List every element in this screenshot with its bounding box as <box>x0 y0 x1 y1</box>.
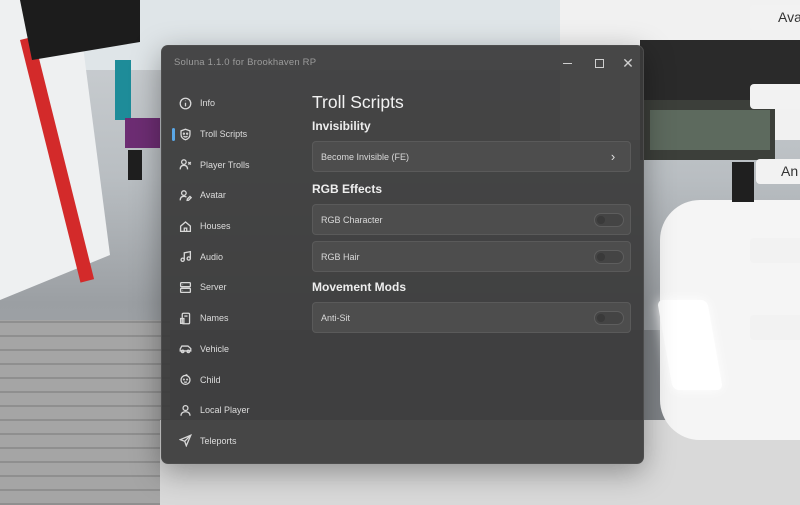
user-x-icon <box>179 158 192 171</box>
row-label: RGB Hair <box>321 251 360 262</box>
close-icon[interactable]: ✕ <box>618 54 638 72</box>
sidebar: Info Troll Scripts Player Trolls Avatar <box>170 88 302 456</box>
page-title: Troll Scripts <box>312 92 404 112</box>
toggle-knob <box>597 216 605 224</box>
sidebar-item-names[interactable]: Names <box>170 303 302 334</box>
sidebar-item-label: Player Trolls <box>200 159 250 170</box>
sidebar-item-server[interactable]: Server <box>170 272 302 303</box>
sidebar-item-audio[interactable]: Audio <box>170 241 302 272</box>
rgb-character-row: RGB Character <box>312 204 631 235</box>
sidebar-item-label: Server <box>200 282 227 293</box>
anti-sit-row: Anti-Sit <box>312 302 631 333</box>
sidebar-item-label: Names <box>200 313 229 324</box>
row-label: RGB Character <box>321 214 383 225</box>
section-heading-rgb-effects: RGB Effects <box>312 182 383 196</box>
sidebar-item-label: Houses <box>200 221 231 232</box>
rgb-hair-toggle[interactable] <box>594 250 624 264</box>
sidebar-item-label: Child <box>200 374 221 385</box>
home-icon <box>179 220 192 233</box>
sidebar-item-label: Local Player <box>200 405 250 416</box>
street-lamp <box>128 150 142 180</box>
section-heading-invisibility: Invisibility <box>312 119 371 133</box>
sidebar-item-troll-scripts[interactable]: Troll Scripts <box>170 119 302 150</box>
server-icon <box>179 281 192 294</box>
sidebar-item-player-trolls[interactable]: Player Trolls <box>170 149 302 180</box>
teal-sign <box>115 60 131 120</box>
active-indicator <box>172 127 175 141</box>
minimize-icon[interactable] <box>557 54 577 72</box>
troll-icon <box>179 128 192 141</box>
section-heading-movement-mods: Movement Mods <box>312 280 407 294</box>
brick-wall <box>0 320 170 505</box>
toggle-knob <box>597 253 605 261</box>
window-title: Soluna 1.1.0 for Brookhaven RP <box>174 57 317 68</box>
sidebar-item-avatar[interactable]: Avatar <box>170 180 302 211</box>
sidebar-item-label: Info <box>200 98 216 109</box>
main-content: Troll Scripts Invisibility Become Invisi… <box>312 88 632 333</box>
rgb-hair-row: RGB Hair <box>312 241 631 272</box>
sidebar-item-label: Teleports <box>200 435 237 446</box>
game-button[interactable] <box>750 238 800 263</box>
maximize-icon[interactable] <box>589 54 609 72</box>
rgb-character-toggle[interactable] <box>594 213 624 227</box>
title-bar[interactable]: Soluna 1.1.0 for Brookhaven RP ✕ <box>162 46 643 80</box>
sidebar-item-label: Troll Scripts <box>200 129 248 140</box>
sidebar-item-child[interactable]: Child <box>170 364 302 395</box>
game-button[interactable] <box>750 84 800 109</box>
sidebar-item-teleports[interactable]: Teleports <box>170 426 302 457</box>
music-icon <box>179 250 192 263</box>
become-invisible-button[interactable]: Become Invisible (FE) › <box>312 141 631 172</box>
baby-icon <box>179 373 192 386</box>
sidebar-item-label: Audio <box>200 251 224 262</box>
tag-icon <box>179 312 192 325</box>
sidebar-item-houses[interactable]: Houses <box>170 211 302 242</box>
row-label: Become Invisible (FE) <box>321 151 410 162</box>
sidebar-item-info[interactable]: Info <box>170 88 302 119</box>
anti-sit-toggle[interactable] <box>594 311 624 325</box>
user-icon <box>179 404 192 417</box>
chevron-right-icon: › <box>610 149 616 164</box>
pink-sign <box>125 118 160 148</box>
send-icon <box>179 434 192 448</box>
game-button[interactable] <box>750 315 800 340</box>
game-button-avatar[interactable]: Ava <box>750 5 800 30</box>
sidebar-item-label: Avatar <box>200 190 226 201</box>
car-icon <box>179 342 192 355</box>
street-lamp <box>732 162 754 202</box>
toggle-knob <box>597 314 605 322</box>
user-edit-icon <box>179 189 192 202</box>
soluna-window: Soluna 1.1.0 for Brookhaven RP ✕ Info Tr… <box>161 45 644 464</box>
row-label: Anti-Sit <box>321 312 351 323</box>
sidebar-item-local-player[interactable]: Local Player <box>170 395 302 426</box>
sidebar-item-vehicle[interactable]: Vehicle <box>170 334 302 365</box>
info-icon <box>179 97 192 110</box>
game-button[interactable]: An <box>756 159 800 184</box>
sidebar-item-label: Vehicle <box>200 343 230 354</box>
storefront-glass <box>650 110 770 150</box>
